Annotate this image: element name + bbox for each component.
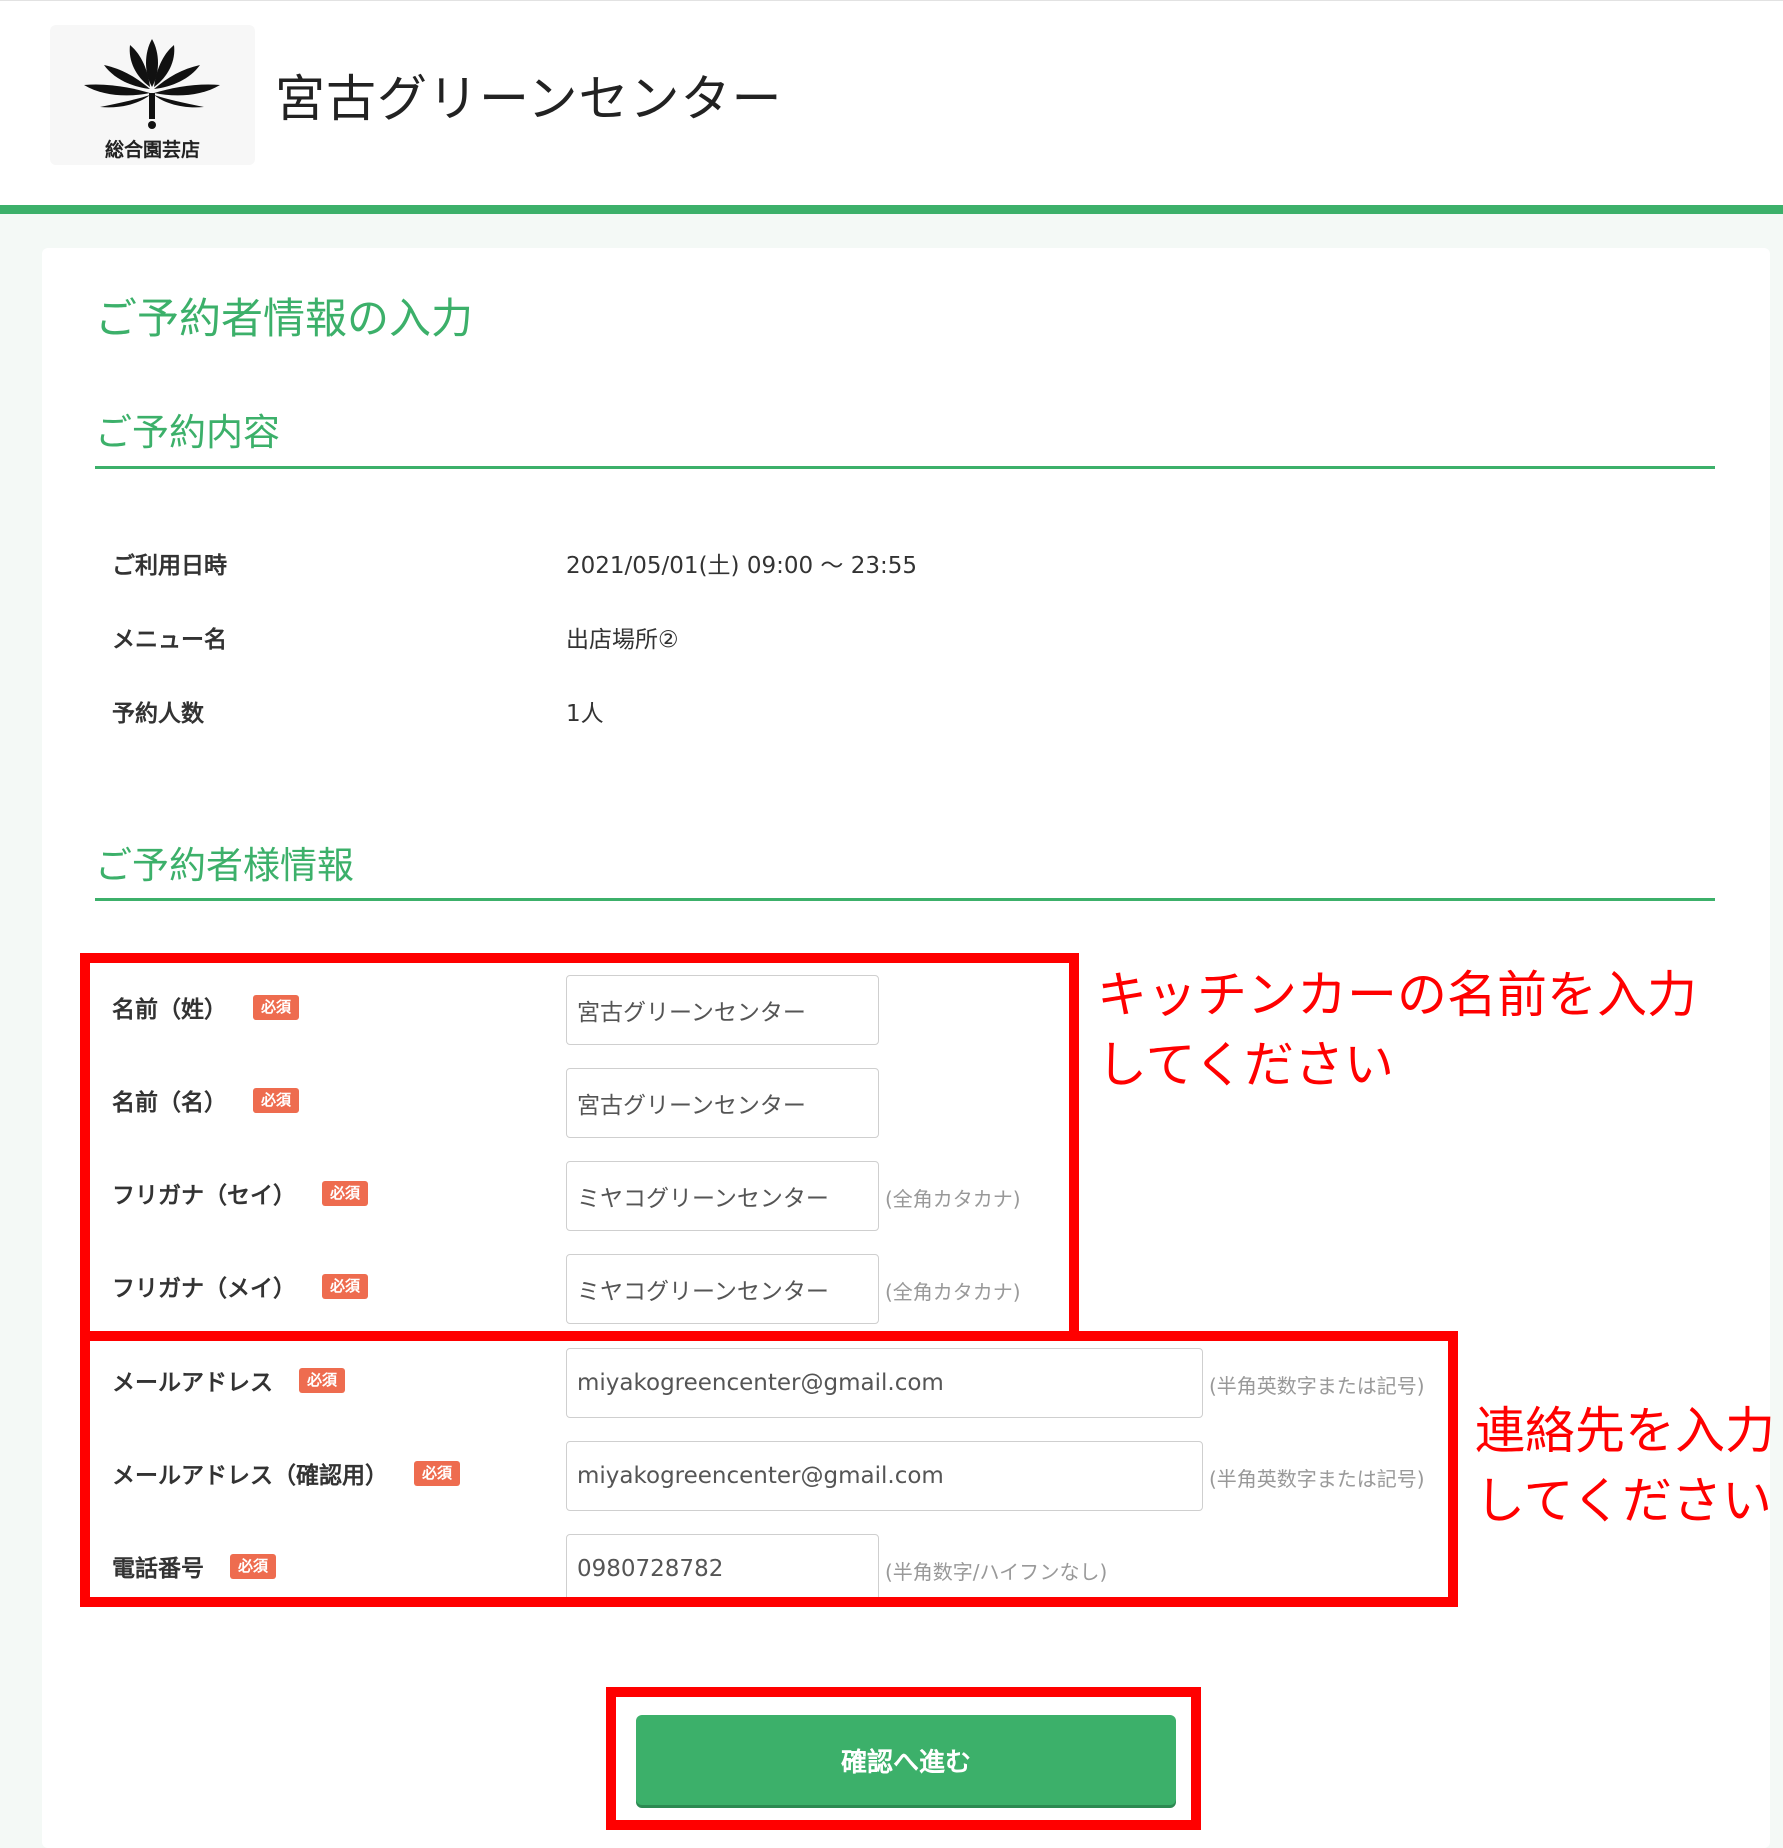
section-divider-reservation	[95, 466, 1715, 469]
section-title-customer: ご予約者様情報	[95, 844, 354, 887]
info-value-menu: 出店場所②	[566, 627, 679, 653]
annotation-line: 連絡先を入力	[1475, 1402, 1775, 1460]
annotation-text-name: キッチンカーの名前を入力 してください	[1097, 960, 1697, 1100]
info-label-datetime: ご利用日時	[112, 553, 227, 579]
header-divider	[0, 205, 1783, 214]
site-logo[interactable]: 総合園芸店	[50, 25, 255, 165]
brand-name: 宮古グリーンセンター	[275, 70, 783, 128]
page-title: ご予約者情報の入力	[95, 294, 474, 343]
confirm-button[interactable]: 確認へ進む	[636, 1715, 1176, 1805]
site-header: 総合園芸店 宮古グリーンセンター	[0, 0, 1783, 205]
info-value-people: 1人	[566, 701, 604, 727]
annotation-box-name	[80, 953, 1079, 1341]
logo-subtitle: 総合園芸店	[104, 139, 200, 161]
annotation-line: してください	[1475, 1472, 1772, 1530]
section-divider-customer	[95, 898, 1715, 901]
info-label-people: 予約人数	[112, 701, 204, 727]
annotation-line: キッチンカーの名前を入力	[1097, 966, 1697, 1024]
annotation-line: してください	[1097, 1036, 1394, 1094]
info-value-datetime: 2021/05/01(土) 09:00 ～ 23:55	[566, 553, 918, 579]
info-label-menu: メニュー名	[112, 627, 227, 653]
lotus-logo-icon	[84, 39, 220, 129]
annotation-text-contact: 連絡先を入力 してください	[1475, 1396, 1775, 1536]
section-title-reservation: ご予約内容	[95, 411, 280, 454]
annotation-box-contact	[80, 1331, 1458, 1607]
